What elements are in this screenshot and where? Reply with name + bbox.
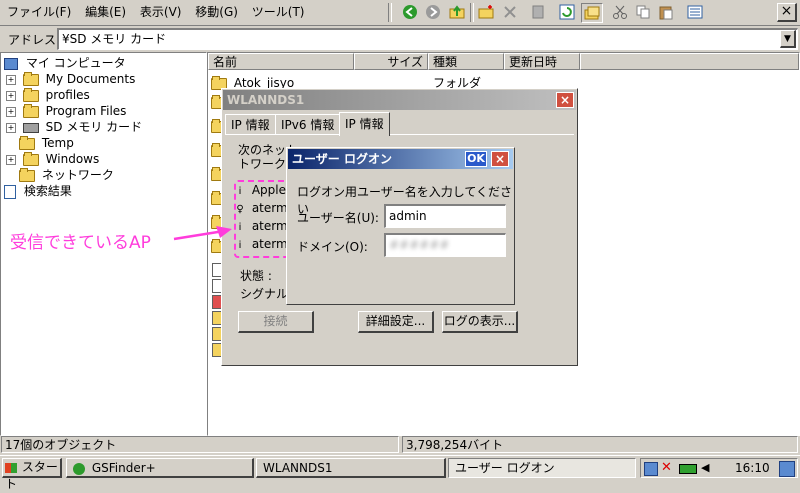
wlan-close-icon[interactable]: × <box>556 92 574 108</box>
menu-bar: ファイル(F) 編集(E) 表示(V) 移動(G) ツール(T) × <box>0 0 800 26</box>
address-value: ¥SD メモリ カード <box>62 32 167 46</box>
column-size[interactable]: サイズ <box>354 53 428 70</box>
tab-ip-info-active[interactable]: IP 情報 <box>339 112 390 136</box>
windows-logo-icon <box>5 462 17 473</box>
domain-input[interactable]: ###### <box>384 233 506 257</box>
folder-icon <box>19 135 35 150</box>
tab-ip-info[interactable]: IP 情報 <box>225 114 276 134</box>
tree-search-results[interactable]: 検索結果 <box>4 183 72 199</box>
wlan-titlebar: WLANNDS1 <box>223 90 576 110</box>
computer-icon <box>4 57 18 70</box>
status-count: 17個のオブジェクト <box>1 436 399 453</box>
network-tray-icon[interactable] <box>644 462 658 476</box>
menu-file[interactable]: ファイル(F) <box>2 2 76 22</box>
column-type[interactable]: 種類 <box>428 53 504 70</box>
search-results-icon <box>4 184 16 199</box>
clock: 16:10 <box>735 461 770 475</box>
expand-icon[interactable]: + <box>6 106 16 117</box>
menu-view[interactable]: 表示(V) <box>135 2 187 22</box>
expand-icon[interactable]: + <box>6 154 16 165</box>
expand-icon[interactable]: + <box>6 122 16 133</box>
refresh-icon[interactable] <box>557 3 577 21</box>
back-icon[interactable] <box>400 3 420 21</box>
task-wlannds1[interactable]: WLANNDS1 <box>256 458 446 478</box>
connect-button[interactable]: 接続 <box>238 311 314 333</box>
username-input[interactable]: admin <box>384 204 506 228</box>
advanced-settings-button[interactable]: 詳細設定... <box>358 311 434 333</box>
speaker-tray-icon[interactable]: ◀ <box>701 462 709 474</box>
tree-item-network[interactable]: ネットワーク <box>19 167 114 183</box>
task-gsfinder[interactable]: GSFinder+ <box>66 458 254 478</box>
network-folder-icon <box>19 167 35 182</box>
address-label: アドレス: <box>8 33 61 47</box>
logon-ok-button[interactable]: OK <box>465 151 487 167</box>
annotation-arrow-icon <box>173 226 232 241</box>
domain-value-blurred: ###### <box>389 238 450 252</box>
expand-icon[interactable]: + <box>6 74 16 85</box>
toolbar-divider <box>470 3 474 22</box>
address-dropdown-icon[interactable]: ▼ <box>780 30 796 48</box>
menu-edit[interactable]: 編集(E) <box>80 2 131 22</box>
new-folder-icon[interactable] <box>476 3 496 21</box>
desktop-tray-icon[interactable] <box>779 461 795 477</box>
paste-icon[interactable] <box>656 3 676 21</box>
folder-icon <box>22 151 39 166</box>
toolbar-divider <box>388 3 392 22</box>
tree-my-computer[interactable]: マイ コンピュータ <box>4 55 126 71</box>
tree-item-sd-card[interactable]: + SD メモリ カード <box>6 119 142 135</box>
task-user-logon[interactable]: ユーザー ログオン <box>448 458 636 478</box>
view-details-icon[interactable] <box>685 3 705 21</box>
folder-icon <box>22 103 39 118</box>
ap-highlight-box <box>234 180 293 258</box>
gsfinder-icon <box>73 462 85 475</box>
address-bar: アドレス: ¥SD メモリ カード ▼ <box>0 27 800 51</box>
logon-close-icon[interactable]: × <box>491 151 509 167</box>
cut-icon[interactable] <box>610 3 630 21</box>
annotation-label: 受信できているAP <box>10 233 151 253</box>
up-folder-icon[interactable] <box>447 3 467 21</box>
folder-icon <box>22 71 39 86</box>
battery-tray-icon[interactable] <box>679 464 697 474</box>
disconnected-tray-icon[interactable]: ✕ <box>661 461 672 475</box>
tree-item-windows[interactable]: + Windows <box>6 151 99 167</box>
address-input[interactable]: ¥SD メモリ カード <box>57 28 798 50</box>
folders-view-icon[interactable] <box>581 3 603 23</box>
tab-ipv6-info[interactable]: IPv6 情報 <box>275 114 341 134</box>
system-tray: ✕ ◀ 16:10 <box>640 458 798 478</box>
wlan-title: WLANNDS1 <box>227 93 305 107</box>
copy-icon[interactable] <box>633 3 653 21</box>
forward-icon[interactable] <box>423 3 443 21</box>
column-date[interactable]: 更新日時 <box>504 53 580 70</box>
expand-icon[interactable]: + <box>6 90 16 101</box>
folder-icon <box>22 87 39 102</box>
sd-card-icon <box>22 122 39 133</box>
start-button[interactable]: スタート <box>2 458 62 491</box>
delete-icon[interactable] <box>500 3 520 21</box>
tree-item-program-files[interactable]: + Program Files <box>6 103 126 119</box>
tree-item-temp[interactable]: Temp <box>19 135 74 151</box>
tree-item-profiles[interactable]: + profiles <box>6 87 90 103</box>
username-label: ユーザー名(U): <box>297 211 379 225</box>
status-bar: 17個のオブジェクト 3,798,254バイト <box>0 436 800 454</box>
status-label: 状態 : <box>240 269 272 283</box>
username-value: admin <box>389 209 427 223</box>
logon-title: ユーザー ログオン <box>292 152 392 166</box>
close-explorer-button[interactable]: × <box>777 3 797 22</box>
domain-label: ドメイン(O): <box>297 240 368 254</box>
column-name[interactable]: 名前 <box>208 53 354 70</box>
menu-tools[interactable]: ツール(T) <box>247 2 310 22</box>
logon-dialog: ユーザー ログオン OK × ログオン用ユーザー名を入力してください ユーザー名… <box>286 147 515 305</box>
tree-item-my-documents[interactable]: + My Documents <box>6 71 135 87</box>
properties-icon[interactable] <box>528 3 548 21</box>
column-extra <box>580 53 799 70</box>
status-size: 3,798,254バイト <box>402 436 798 453</box>
show-log-button[interactable]: ログの表示... <box>442 311 518 333</box>
menu-go[interactable]: 移動(G) <box>190 2 243 22</box>
